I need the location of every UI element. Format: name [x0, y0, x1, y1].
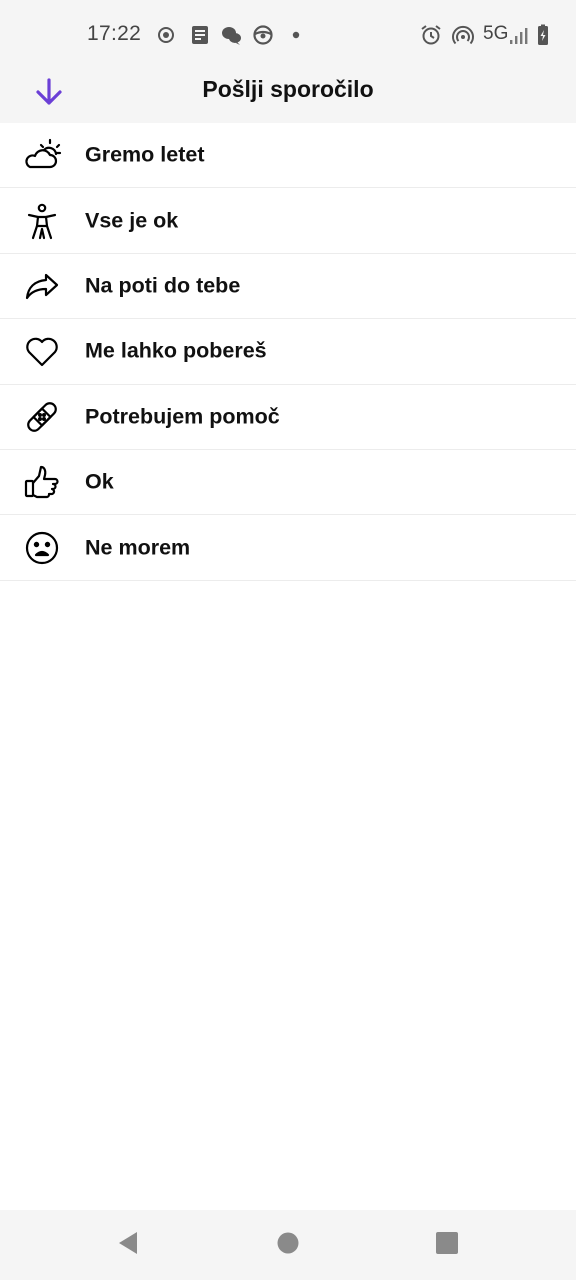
sad-face-icon [22, 528, 62, 568]
message-item-na-poti-do-tebe[interactable]: Na poti do tebe [0, 254, 576, 320]
message-label: Ok [85, 469, 114, 494]
message-label: Vse je ok [85, 208, 179, 233]
message-label: Gremo letet [85, 142, 205, 167]
message-item-me-lahko-pobere[interactable]: Me lahko pobereš [0, 319, 576, 385]
record-icon [154, 23, 178, 47]
nav-back-button[interactable] [113, 1230, 143, 1260]
share-arrow-icon [22, 266, 62, 306]
message-label: Me lahko pobereš [85, 338, 267, 363]
alarm-icon [419, 23, 443, 47]
network-type: 5G [483, 23, 509, 44]
message-label: Na poti do tebe [85, 273, 241, 298]
accessibility-person-icon [22, 201, 62, 241]
thumbs-up-icon [22, 462, 62, 502]
chat-icon [219, 23, 243, 47]
bandage-icon [22, 397, 62, 437]
navigation-bar [0, 1210, 576, 1280]
signal-icon [507, 23, 531, 47]
back-triangle-icon [115, 1230, 141, 1261]
hotspot-icon [451, 23, 475, 47]
nav-recents-button[interactable] [432, 1230, 462, 1260]
partly-cloudy-icon [22, 135, 62, 175]
screen: 17:22 5G Pošlji sporočilo Gremo letet Vs… [0, 0, 576, 1280]
notes-icon [188, 23, 212, 47]
message-item-gremo-letet[interactable]: Gremo letet [0, 123, 576, 189]
message-item-ok[interactable]: Ok [0, 450, 576, 516]
status-time: 17:22 [87, 22, 142, 45]
steering-wheel-icon [251, 23, 275, 47]
status-bar: 17:22 5G [0, 0, 576, 70]
nav-home-button[interactable] [273, 1230, 303, 1260]
message-item-vse-je-ok[interactable]: Vse je ok [0, 188, 576, 254]
message-label: Potrebujem pomoč [85, 404, 280, 429]
page-title: Pošlji sporočilo [202, 76, 374, 102]
recents-square-icon [434, 1230, 460, 1261]
dot-icon [284, 23, 308, 47]
message-item-ne-morem[interactable]: Ne morem [0, 515, 576, 581]
home-circle-icon [275, 1230, 301, 1261]
battery-charging-icon [531, 23, 555, 47]
heart-icon [22, 331, 62, 371]
message-item-potrebujem-pomoc[interactable]: Potrebujem pomoč [0, 385, 576, 450]
app-header: Pošlji sporočilo [0, 70, 576, 123]
message-label: Ne morem [85, 535, 191, 560]
message-list: Gremo letet Vse je ok Na poti do tebe Me… [0, 123, 576, 581]
